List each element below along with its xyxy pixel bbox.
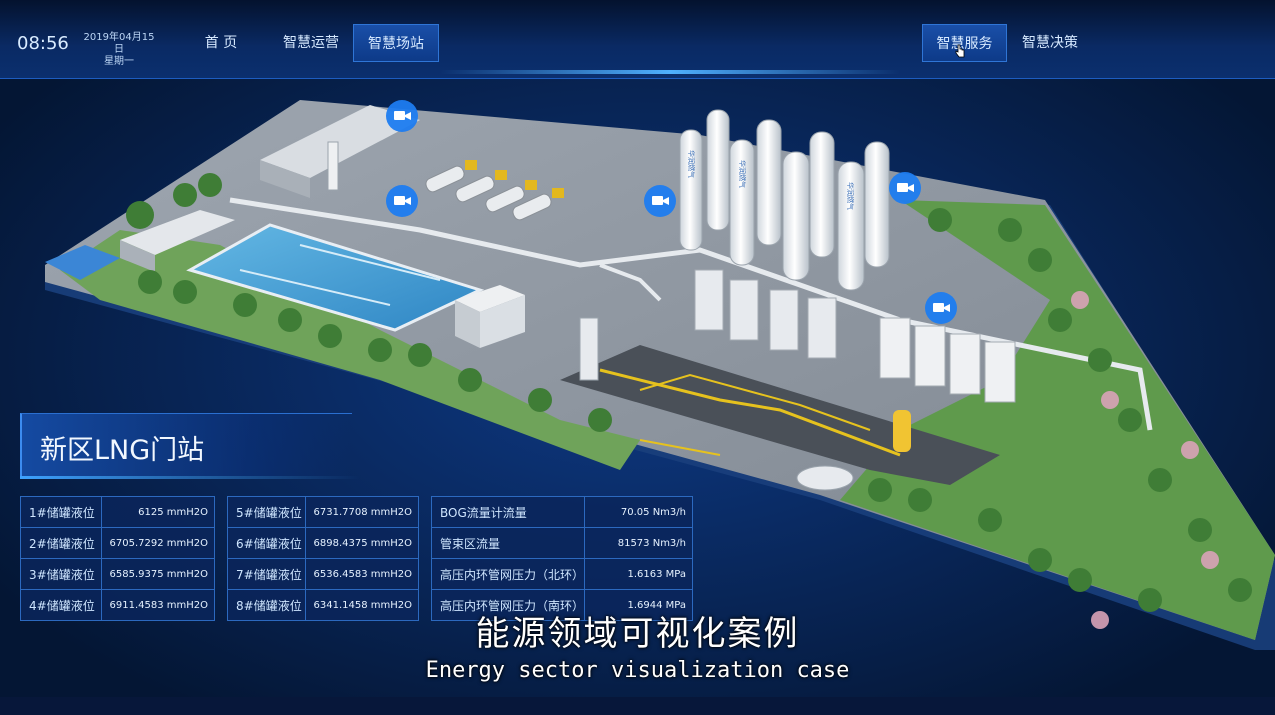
- tank-label: 华润燃气: [687, 150, 696, 178]
- row-value: 6705.7292 mmH2O: [100, 527, 215, 559]
- table-row: 3#储罐液位 6585.9375 mmH2O: [20, 558, 215, 590]
- row-value: 6125 mmH2O: [100, 496, 215, 528]
- station-title-box: 新区LNG门站: [20, 413, 352, 476]
- camera-icon: [897, 183, 908, 192]
- station-title: 新区LNG门站: [40, 435, 205, 466]
- row-label: 管束区流量: [430, 527, 586, 559]
- table-row: 1#储罐液位 6125 mmH2O: [20, 496, 215, 528]
- tank-label: 华润燃气: [738, 160, 747, 188]
- nav-smart-decision[interactable]: 智慧决策: [1010, 24, 1090, 62]
- nav-smart-operation[interactable]: 智慧运营: [272, 24, 350, 62]
- row-label: 7#储罐液位: [227, 558, 306, 590]
- camera-marker-3[interactable]: [644, 185, 676, 217]
- caption-english: Energy sector visualization case: [425, 658, 850, 683]
- row-label: 3#储罐液位: [20, 558, 102, 590]
- clock-time: 08:56: [17, 33, 69, 54]
- row-value: 6585.9375 mmH2O: [100, 558, 215, 590]
- nav-home[interactable]: 首 页: [190, 24, 252, 62]
- date-display: 2019年04月15日 星期一: [80, 32, 158, 68]
- row-value: 6536.4583 mmH2O: [304, 558, 419, 590]
- row-label: BOG流量计流量: [430, 496, 586, 528]
- table-row: 高压内环管网压力（北环） 1.6163 MPa: [430, 558, 693, 590]
- camera-marker-1[interactable]: [386, 100, 418, 132]
- tank-level-table-1: 1#储罐液位 6125 mmH2O 2#储罐液位 6705.7292 mmH2O…: [20, 496, 215, 621]
- bottom-strip: [0, 697, 1275, 715]
- row-label: 高压内环管网压力（北环）: [430, 558, 586, 590]
- tank-level-table-2: 5#储罐液位 6731.7708 mmH2O 6#储罐液位 6898.4375 …: [227, 496, 419, 621]
- row-value: 81573 Nm3/h: [584, 527, 693, 559]
- camera-icon: [394, 196, 405, 205]
- title-underline: [20, 476, 360, 479]
- row-value: 6898.4375 mmH2O: [304, 527, 419, 559]
- row-label: 1#储罐液位: [20, 496, 102, 528]
- camera-marker-2[interactable]: [386, 185, 418, 217]
- camera-icon: [394, 111, 405, 120]
- flow-pressure-table: BOG流量计流量 70.05 Nm3/h 管束区流量 81573 Nm3/h 高…: [430, 496, 693, 621]
- camera-icon: [933, 303, 944, 312]
- row-label: 6#储罐液位: [227, 527, 306, 559]
- table-row: 管束区流量 81573 Nm3/h: [430, 527, 693, 559]
- table-row: 6#储罐液位 6898.4375 mmH2O: [227, 527, 419, 559]
- date-text: 2019年04月15日: [83, 32, 155, 55]
- row-value: 6731.7708 mmH2O: [304, 496, 419, 528]
- row-label: 2#储罐液位: [20, 527, 102, 559]
- row-label: 5#储罐液位: [227, 496, 306, 528]
- table-row: 7#储罐液位 6536.4583 mmH2O: [227, 558, 419, 590]
- navbar-glow: [440, 70, 900, 74]
- table-row: 5#储罐液位 6731.7708 mmH2O: [227, 496, 419, 528]
- weekday-text: 星期一: [104, 56, 134, 67]
- camera-icon: [652, 196, 663, 205]
- caption-chinese: 能源领域可视化案例: [475, 614, 800, 654]
- row-value: 1.6163 MPa: [584, 558, 693, 590]
- camera-marker-5[interactable]: [925, 292, 957, 324]
- table-row: BOG流量计流量 70.05 Nm3/h: [430, 496, 693, 528]
- table-row: 2#储罐液位 6705.7292 mmH2O: [20, 527, 215, 559]
- camera-marker-4[interactable]: [889, 172, 921, 204]
- nav-smart-station[interactable]: 智慧场站: [353, 24, 439, 62]
- tank-label: 华润燃气: [846, 182, 855, 210]
- top-navbar: 08:56 2019年04月15日 星期一 首 页 智慧运营 智慧场站 智慧服务…: [0, 0, 1275, 79]
- cursor-hand-icon: [955, 44, 965, 58]
- row-value: 70.05 Nm3/h: [584, 496, 693, 528]
